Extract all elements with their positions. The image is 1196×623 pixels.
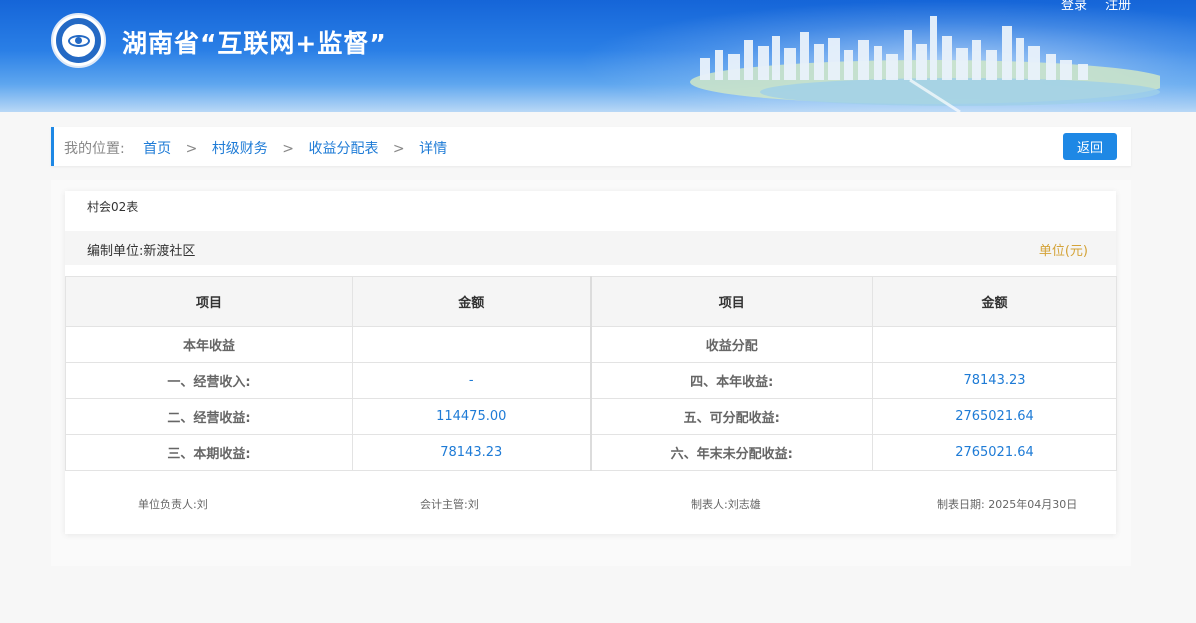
top-links: 登录 注册 [1061, 0, 1145, 13]
form-code: 村会02表 [87, 200, 139, 214]
site-title: 湖南省“互联网+监督” [122, 29, 387, 58]
table-row: 本年收益 收益分配 [65, 326, 1117, 363]
breadcrumb-label: 我的位置: [64, 141, 125, 157]
left-item: 三、本期收益: [65, 434, 353, 471]
left-item: 本年收益 [65, 326, 353, 363]
table-row: 二、经营收益: 114475.00 五、可分配收益: 2765021.64 [65, 398, 1117, 435]
report-card: 村会02表 编制单位:新渡社区 单位(元) 项目 金额 项目 金额 本年收益 收… [65, 191, 1117, 534]
left-item: 一、经营收入: [65, 362, 353, 399]
right-item: 五、可分配收益: [589, 398, 873, 435]
right-amount: 2765021.64 [872, 434, 1117, 471]
main-panel: 村会02表 编制单位:新渡社区 单位(元) 项目 金额 项目 金额 本年收益 收… [51, 180, 1131, 566]
breadcrumb-separator: > [392, 141, 405, 157]
left-item: 二、经营收益: [65, 398, 353, 435]
column-header: 金额 [872, 276, 1117, 327]
unit-head: 单位负责人:刘 [138, 498, 208, 511]
column-header: 金额 [352, 276, 591, 327]
login-link[interactable]: 登录 [1061, 0, 1087, 13]
breadcrumb-details[interactable]: 详情 [419, 141, 447, 157]
breadcrumb-income-distribution[interactable]: 收益分配表 [308, 141, 378, 157]
column-header: 项目 [65, 276, 353, 327]
site-header: 湖南省“互联网+监督” 登录 注册 [0, 0, 1196, 112]
left-amount: - [352, 362, 591, 399]
column-header: 项目 [589, 276, 873, 327]
left-amount: 78143.23 [352, 434, 591, 471]
site-logo[interactable] [51, 13, 106, 68]
right-item: 四、本年收益: [589, 362, 873, 399]
report-info-row: 编制单位:新渡社区 单位(元) [65, 231, 1116, 265]
right-item: 收益分配 [589, 326, 873, 363]
right-amount: 2765021.64 [872, 398, 1117, 435]
back-button[interactable]: 返回 [1063, 133, 1117, 160]
accounting-head: 会计主管:刘 [420, 498, 479, 511]
breadcrumb-bar: 我的位置: 首页 > 村级财务 > 收益分配表 > 详情 返回 [51, 127, 1131, 166]
breadcrumb: 我的位置: 首页 > 村级财务 > 收益分配表 > 详情 [64, 138, 447, 158]
preparer: 制表人:刘志雄 [691, 498, 761, 511]
logo-ring [56, 18, 101, 63]
breadcrumb-separator: > [185, 141, 198, 157]
compiling-unit: 编制单位:新渡社区 [87, 244, 196, 259]
prepared-date: 制表日期: 2025年04月30日 [937, 498, 1078, 511]
income-distribution-table: 项目 金额 项目 金额 本年收益 收益分配 一、经营收入: - 四、本年收益: [65, 276, 1117, 471]
table-row: 三、本期收益: 78143.23 六、年末未分配收益: 2765021.64 [65, 434, 1117, 471]
table-header-row: 项目 金额 项目 金额 [65, 276, 1117, 327]
left-amount: 114475.00 [352, 398, 591, 435]
register-link[interactable]: 注册 [1105, 0, 1131, 13]
city-skyline-image [690, 16, 1160, 112]
right-amount: 78143.23 [872, 362, 1117, 399]
eye-icon [67, 34, 90, 47]
breadcrumb-home[interactable]: 首页 [143, 141, 171, 157]
right-item: 六、年末未分配收益: [589, 434, 873, 471]
currency-unit: 单位(元) [1038, 244, 1088, 259]
right-amount [872, 326, 1117, 363]
breadcrumb-village-finance[interactable]: 村级财务 [212, 141, 268, 157]
left-amount [352, 326, 591, 363]
table-row: 一、经营收入: - 四、本年收益: 78143.23 [65, 362, 1117, 399]
breadcrumb-separator: > [282, 141, 294, 157]
